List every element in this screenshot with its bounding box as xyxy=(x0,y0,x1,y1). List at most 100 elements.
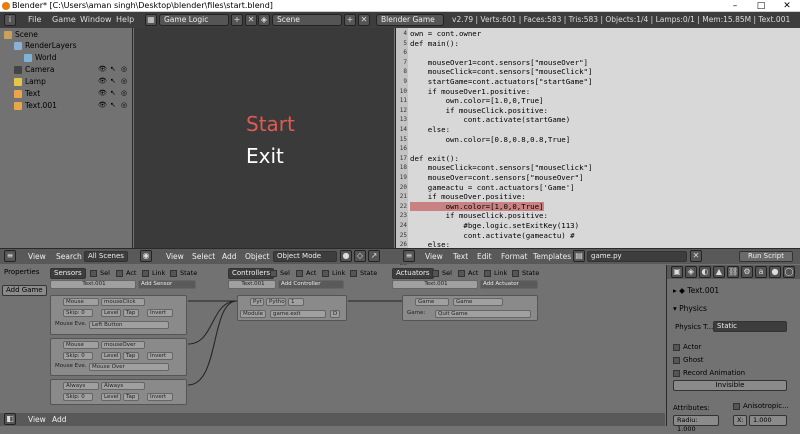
render-tab-icon[interactable]: ▣ xyxy=(671,266,683,278)
viewport-view-menu[interactable]: View xyxy=(166,252,184,261)
menu-game[interactable]: Game xyxy=(52,15,76,24)
code-line[interactable]: startGame=cont.actuators["startGame"] xyxy=(410,77,593,87)
text-file-select[interactable]: game.py xyxy=(587,251,687,262)
code-line[interactable]: own.color=[0.8,0.8,0.8,True] xyxy=(410,135,571,145)
logic-editor-type-icon[interactable]: ◧ xyxy=(4,413,16,425)
select-arrow-icon[interactable]: ↖ xyxy=(110,65,116,73)
render-camera-icon[interactable]: ◎ xyxy=(121,89,127,97)
outliner-item-text[interactable]: Text xyxy=(14,88,40,99)
visibility-eye-icon[interactable]: 👁 xyxy=(98,65,107,73)
select-arrow-icon[interactable]: ↖ xyxy=(110,89,116,97)
physics-type-select[interactable]: Static xyxy=(713,321,787,332)
run-script-button[interactable]: Run Script xyxy=(739,251,793,262)
layout-add-button[interactable]: + xyxy=(231,14,243,26)
visibility-eye-icon[interactable]: 👁 xyxy=(98,89,107,97)
code-line[interactable]: def exit(): xyxy=(410,154,459,164)
layout-close-button[interactable]: ✕ xyxy=(245,14,257,26)
menu-help[interactable]: Help xyxy=(116,15,134,24)
3d-viewport[interactable]: Start Exit xyxy=(134,28,394,248)
start-text[interactable]: Start xyxy=(246,112,295,136)
scene-icon[interactable]: ◈ xyxy=(258,14,270,26)
manipulator-icon[interactable]: ↗ xyxy=(368,250,380,262)
outliner-item-text001[interactable]: Text.001 xyxy=(14,100,57,111)
render-engine-select[interactable]: Blender Game xyxy=(376,14,444,26)
code-line[interactable]: mouseClick=cont.sensors["mouseClick"] xyxy=(410,163,593,173)
scene-add-button[interactable]: + xyxy=(344,14,356,26)
mode-select[interactable]: Object Mode xyxy=(273,251,337,262)
outliner-item-camera[interactable]: Camera xyxy=(14,64,54,75)
code-line[interactable]: def main(): xyxy=(410,39,459,49)
text-edit-menu[interactable]: Edit xyxy=(477,252,492,261)
modifiers-tab-icon[interactable]: ⚙ xyxy=(741,266,753,278)
anisotropic-checkbox[interactable]: Anisotropic... xyxy=(733,402,789,410)
text-text-menu[interactable]: Text xyxy=(453,252,468,261)
radius-field[interactable]: Radiu: 1.000 xyxy=(673,415,719,433)
text-browse-icon[interactable]: ▤ xyxy=(573,250,585,262)
world-tab-icon[interactable]: ◐ xyxy=(699,266,711,278)
code-line[interactable]: if mouseOver1.positive: xyxy=(410,87,530,97)
code-line[interactable]: cont.activate(gameactu) # xyxy=(410,231,574,241)
viewport-select-menu[interactable]: Select xyxy=(192,252,215,261)
text-close-button[interactable]: ✕ xyxy=(690,250,702,262)
code-line[interactable]: gameactu = cont.actuators['Game'] xyxy=(410,183,575,193)
layout-select[interactable]: Game Logic xyxy=(159,14,229,26)
shading-icon[interactable]: ● xyxy=(340,250,352,262)
outliner-search-menu[interactable]: Search xyxy=(56,252,82,261)
render-camera-icon[interactable]: ◎ xyxy=(121,77,127,85)
text-templates-menu[interactable]: Templates xyxy=(533,252,571,261)
outliner-item-scene[interactable]: Scene xyxy=(4,29,38,40)
maximize-button[interactable]: □ xyxy=(748,0,774,12)
code-line[interactable]: #bge.logic.setExitKey(113) xyxy=(410,221,579,231)
outliner-editor-type-icon[interactable]: ≡ xyxy=(4,250,16,262)
pivot-icon[interactable]: ◇ xyxy=(354,250,366,262)
exit-text[interactable]: Exit xyxy=(246,144,284,168)
close-button[interactable]: ✕ xyxy=(774,0,800,12)
render-camera-icon[interactable]: ◎ xyxy=(121,65,127,73)
outliner-item-lamp[interactable]: Lamp xyxy=(14,76,46,87)
code-line[interactable]: if mouseClick.positive: xyxy=(410,106,548,116)
x-field[interactable]: 1.000 xyxy=(749,415,787,426)
text-format-menu[interactable]: Format xyxy=(501,252,527,261)
code-line[interactable]: cont.activate(startGame) xyxy=(410,115,570,125)
logic-add-menu[interactable]: Add xyxy=(52,415,67,424)
menu-file[interactable]: File xyxy=(28,15,41,24)
scene-tab-icon[interactable]: ◈ xyxy=(685,266,697,278)
code-line[interactable]: else: xyxy=(410,125,450,135)
data-tab-icon[interactable]: a xyxy=(755,266,767,278)
select-arrow-icon[interactable]: ↖ xyxy=(110,101,116,109)
text-editor[interactable]: 4 own = cont.owner 5 def main(): 6 7 mouseOve… xyxy=(395,28,800,267)
layout-icon[interactable]: ▦ xyxy=(145,14,157,26)
viewport-object-menu[interactable]: Object xyxy=(245,252,269,261)
code-line[interactable]: if mouseOver.positive: xyxy=(410,192,526,202)
outliner-view-menu[interactable]: View xyxy=(28,252,46,261)
ghost-checkbox[interactable]: Ghost xyxy=(673,356,704,364)
viewport-editor-type-icon[interactable]: ◉ xyxy=(140,250,152,262)
all-scenes-select[interactable]: All Scenes xyxy=(84,251,128,262)
minimize-button[interactable]: – xyxy=(722,0,748,12)
code-line[interactable]: own.color=[1,0,0,True] xyxy=(410,201,544,212)
code-line[interactable]: mouseOver=cont.sensors["mouseOver"] xyxy=(410,173,584,183)
menu-window[interactable]: Window xyxy=(80,15,112,24)
render-camera-icon[interactable]: ◎ xyxy=(121,101,127,109)
viewport-add-menu[interactable]: Add xyxy=(222,252,237,261)
editor-type-icon[interactable]: i xyxy=(4,14,16,26)
scene-close-button[interactable]: ✕ xyxy=(358,14,370,26)
outliner-item-world[interactable]: World xyxy=(24,52,57,63)
invisible-toggle[interactable]: Invisible xyxy=(673,380,787,391)
record-animation-checkbox[interactable]: Record Animation xyxy=(673,369,745,377)
physics-panel-header[interactable]: ▾ Physics xyxy=(673,304,707,313)
code-line[interactable]: if mouseClick.positive: xyxy=(410,211,548,221)
logic-view-menu[interactable]: View xyxy=(28,415,46,424)
constraints-tab-icon[interactable]: ⛓ xyxy=(727,266,739,278)
physics-tab-icon[interactable]: ◯ xyxy=(783,266,795,278)
select-arrow-icon[interactable]: ↖ xyxy=(110,77,116,85)
code-line[interactable]: own = cont.owner xyxy=(410,29,481,39)
visibility-eye-icon[interactable]: 👁 xyxy=(98,77,107,85)
text-view-menu[interactable]: View xyxy=(425,252,443,261)
outliner-item-renderlayers[interactable]: RenderLayers xyxy=(14,40,77,51)
code-line[interactable]: own.color=[1.0,0,True] xyxy=(410,96,544,106)
actor-checkbox[interactable]: Actor xyxy=(673,343,701,351)
visibility-eye-icon[interactable]: 👁 xyxy=(98,101,107,109)
code-line[interactable]: mouseOver1=cont.sensors["mouseOver"] xyxy=(410,58,588,68)
text-editor-type-icon[interactable]: ≡ xyxy=(403,250,415,262)
